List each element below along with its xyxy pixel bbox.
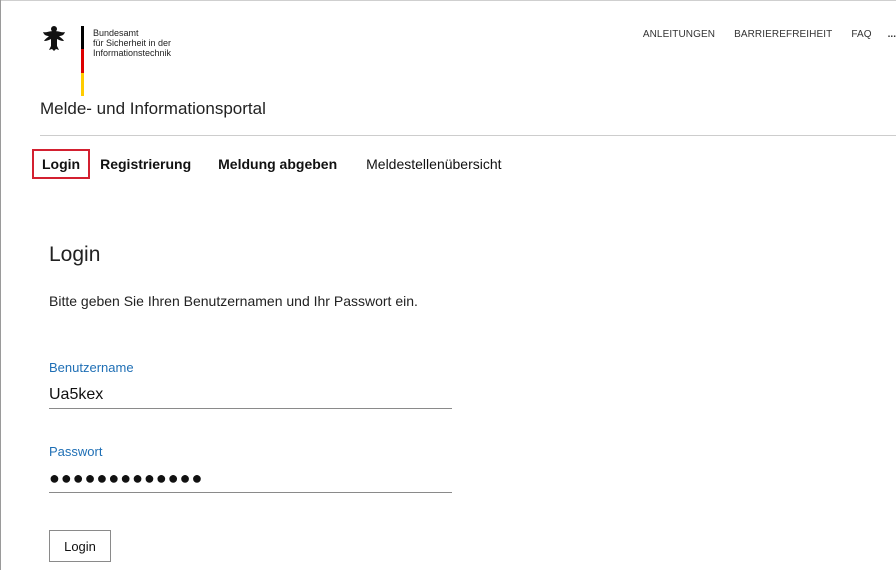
username-label: Benutzername	[49, 360, 134, 375]
password-input[interactable]	[49, 465, 452, 493]
header-divider	[40, 135, 896, 136]
main-navigation: Login Registrierung Meldung abgeben Meld…	[32, 148, 502, 180]
window-left-border	[0, 0, 1, 570]
password-label: Passwort	[49, 444, 103, 459]
logo-text: Bundesamt für Sicherheit in der Informat…	[93, 28, 171, 58]
username-input[interactable]	[49, 381, 452, 409]
more-menu-icon[interactable]: ...	[888, 29, 896, 43]
meta-nav-barrierefreiheit[interactable]: BARRIEREFREIHEIT	[734, 29, 832, 43]
nav-registrierung[interactable]: Registrierung	[100, 156, 191, 172]
nav-meldestellenuebersicht[interactable]: Meldestellenübersicht	[366, 156, 501, 172]
login-intro-text: Bitte geben Sie Ihren Benutzernamen und …	[49, 293, 418, 309]
logo-line-3: Informationstechnik	[93, 48, 172, 58]
nav-meldung-abgeben[interactable]: Meldung abgeben	[218, 156, 337, 172]
meta-navigation: ANLEITUNGEN BARRIEREFREIHEIT FAQ ...	[624, 29, 896, 43]
login-submit-button[interactable]: Login	[49, 530, 111, 562]
meta-nav-anleitungen[interactable]: ANLEITUNGEN	[643, 29, 715, 43]
site-title: Melde- und Informationsportal	[40, 99, 266, 118]
logo-line-1: Bundesamt	[93, 28, 139, 38]
meta-nav-faq[interactable]: FAQ	[851, 29, 871, 43]
logo-line-2: für Sicherheit in der	[93, 38, 172, 48]
nav-login[interactable]: Login	[32, 149, 91, 179]
german-flag-bar	[81, 26, 84, 96]
login-heading: Login	[49, 243, 101, 266]
federal-eagle-icon	[43, 26, 65, 51]
window-top-border	[0, 0, 896, 1]
